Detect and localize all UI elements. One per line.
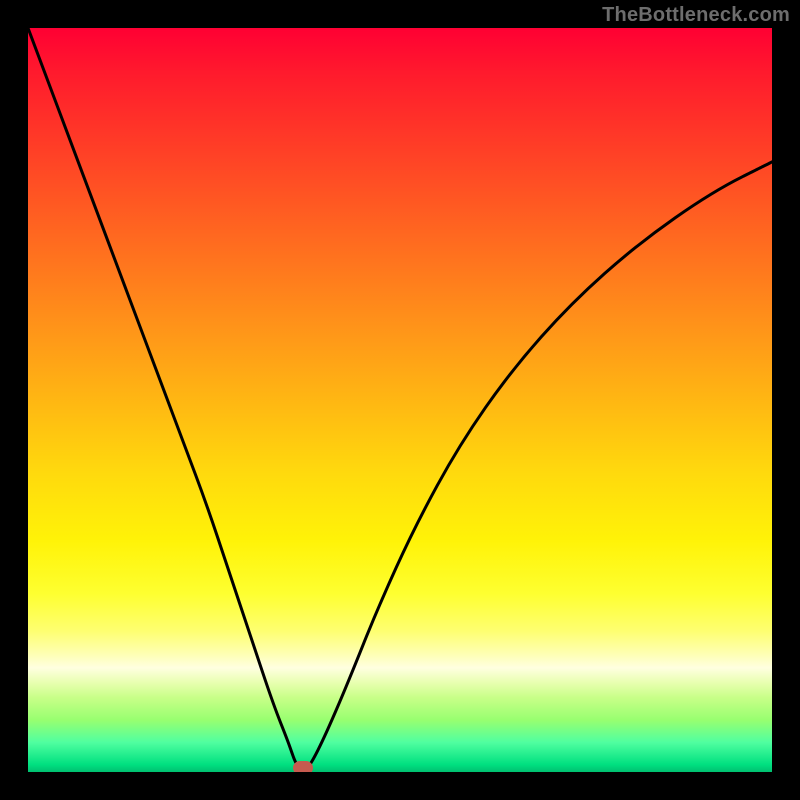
outer-frame: TheBottleneck.com <box>0 0 800 800</box>
minimum-marker <box>293 761 313 772</box>
bottleneck-curve <box>28 28 772 772</box>
plot-area <box>28 28 772 772</box>
watermark-text: TheBottleneck.com <box>602 4 790 27</box>
curve-layer <box>28 28 772 772</box>
